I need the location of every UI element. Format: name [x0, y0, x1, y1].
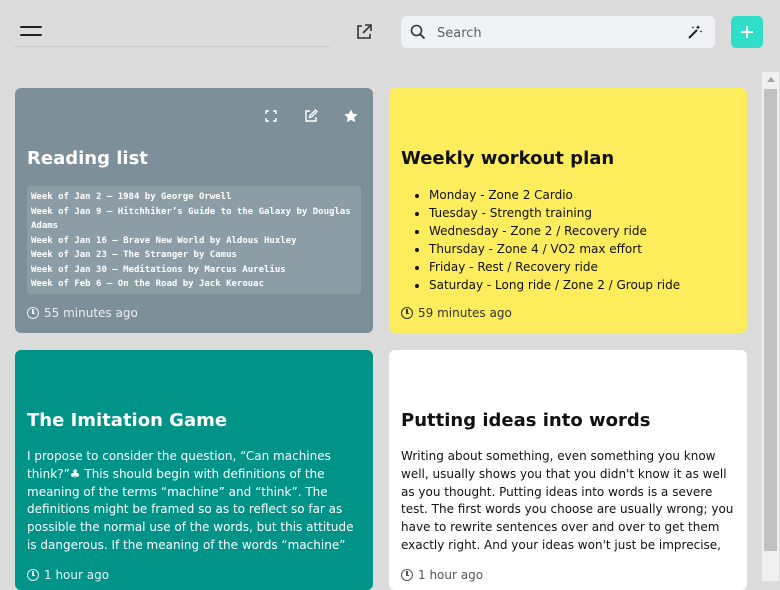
scroll-up-arrow[interactable]	[762, 72, 779, 88]
list-item: Week of Jan 16 – Brave New World by Aldo…	[31, 235, 297, 246]
list-item: Thursday - Zone 4 / VO2 max effort	[429, 240, 735, 258]
add-note-button[interactable]	[731, 16, 763, 48]
timestamp-text: 59 minutes ago	[418, 306, 512, 320]
note-card-imitation-game[interactable]: The Imitation Game I propose to consider…	[15, 350, 373, 590]
note-body: Writing about something, even something …	[401, 448, 735, 556]
menu-button[interactable]	[16, 18, 50, 46]
timestamp-text: 1 hour ago	[44, 568, 110, 582]
scrollbar[interactable]	[762, 72, 779, 581]
clock-icon	[27, 307, 39, 319]
clock-icon	[401, 307, 413, 319]
scroll-thumb[interactable]	[764, 89, 777, 551]
list-item: Week of Jan 30 – Meditations by Marcus A…	[31, 264, 286, 275]
search-icon	[410, 24, 426, 40]
note-body: Week of Jan 2 – 1984 by George Orwell We…	[27, 186, 361, 294]
hamburger-icon	[20, 26, 42, 28]
clock-icon	[401, 569, 413, 581]
note-title: Reading list	[27, 148, 148, 169]
note-title: Weekly workout plan	[401, 148, 615, 169]
note-title: Putting ideas into words	[401, 410, 651, 431]
note-timestamp: 59 minutes ago	[401, 306, 512, 320]
note-timestamp: 55 minutes ago	[27, 306, 138, 320]
star-icon[interactable]	[343, 108, 359, 124]
timestamp-text: 55 minutes ago	[44, 306, 138, 320]
note-text: I propose to consider the question, “Can…	[27, 449, 354, 556]
list-item: Wednesday - Zone 2 / Recovery ride	[429, 222, 735, 240]
external-link-icon	[357, 24, 372, 39]
list-item: Tuesday - Strength training	[429, 204, 735, 222]
list-item: Friday - Rest / Recovery ride	[429, 258, 735, 276]
code-block: Week of Jan 2 – 1984 by George Orwell We…	[27, 186, 361, 294]
list-item: Monday - Zone 2 Cardio	[429, 186, 735, 204]
hamburger-icon-line	[20, 34, 42, 36]
search-box	[401, 16, 715, 48]
note-card-reading-list[interactable]: Reading list Week of Jan 2 – 1984 by Geo…	[15, 88, 373, 333]
open-external-button[interactable]	[353, 21, 375, 43]
title-field-underline	[14, 46, 330, 47]
note-timestamp: 1 hour ago	[27, 568, 109, 582]
search-input[interactable]	[435, 20, 679, 46]
list-item: Week of Jan 9 – Hitchhiker’s Guide to th…	[31, 206, 351, 232]
clock-icon	[27, 569, 39, 581]
timestamp-text: 1 hour ago	[418, 568, 484, 582]
bullet-list: Monday - Zone 2 Cardio Tuesday - Strengt…	[401, 186, 735, 294]
list-item: Saturday - Long ride / Zone 2 / Group ri…	[429, 276, 735, 294]
note-card-ideas-into-words[interactable]: Putting ideas into words Writing about s…	[389, 350, 747, 590]
magic-wand-icon[interactable]	[687, 24, 703, 40]
list-item: Week of Feb 6 – On the Road by Jack Kero…	[31, 279, 264, 289]
expand-icon[interactable]	[263, 108, 279, 124]
edit-icon[interactable]	[303, 108, 319, 124]
card-actions	[263, 108, 359, 124]
note-body: I propose to consider the question, “Can…	[27, 448, 361, 556]
note-title: The Imitation Game	[27, 410, 228, 431]
top-bar	[0, 0, 780, 66]
note-timestamp: 1 hour ago	[401, 568, 483, 582]
note-card-workout-plan[interactable]: Weekly workout plan Monday - Zone 2 Card…	[389, 88, 747, 333]
note-text: Writing about something, even something …	[401, 449, 734, 556]
list-item: Week of Jan 2 – 1984 by George Orwell	[31, 192, 232, 202]
list-item: Week of Jan 23 – The Stranger by Camus	[31, 250, 237, 260]
note-body: Monday - Zone 2 Cardio Tuesday - Strengt…	[401, 186, 735, 294]
